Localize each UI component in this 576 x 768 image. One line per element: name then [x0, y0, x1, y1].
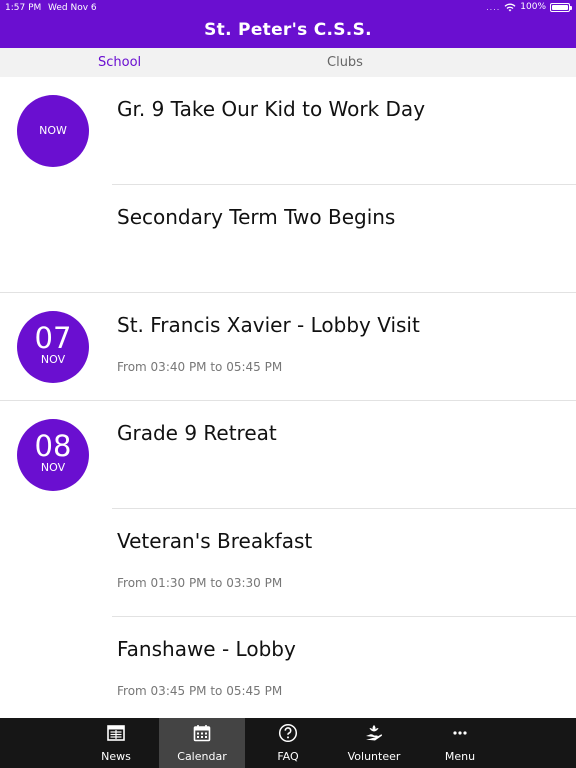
event-time: From 03:40 PM to 05:45 PM — [117, 360, 283, 374]
more-icon — [453, 731, 467, 735]
event-title: Veteran's Breakfast — [117, 529, 313, 553]
help-icon — [278, 723, 298, 743]
event-row[interactable]: Fanshawe - Lobby From 03:45 PM to 05:45 … — [0, 617, 576, 725]
status-bar: 1:57 PM Wed Nov 6 .... 100% — [0, 0, 576, 16]
event-row[interactable]: 08 NOV Grade 9 Retreat — [0, 401, 576, 509]
tabbar-label: Volunteer — [347, 750, 401, 763]
tabbar-label: News — [101, 750, 131, 763]
event-row[interactable]: Veteran's Breakfast From 01:30 PM to 03:… — [0, 509, 576, 617]
event-list: NOW Gr. 9 Take Our Kid to Work Day Secon… — [0, 77, 576, 725]
date-badge: 08 NOV — [17, 419, 89, 491]
date-badge: 07 NOV — [17, 311, 89, 383]
event-title: St. Francis Xavier - Lobby Visit — [117, 313, 420, 337]
event-row[interactable]: Secondary Term Two Begins — [0, 185, 576, 293]
event-title: Gr. 9 Take Our Kid to Work Day — [117, 97, 426, 121]
badge-month: NOV — [40, 461, 66, 474]
event-time: From 01:30 PM to 03:30 PM — [117, 576, 283, 590]
event-title: Fanshawe - Lobby — [117, 637, 296, 661]
event-title: Secondary Term Two Begins — [117, 205, 396, 229]
tab-clubs[interactable]: Clubs — [327, 55, 363, 70]
app-header: 1:57 PM Wed Nov 6 .... 100% St. Peter's … — [0, 0, 576, 48]
event-time: From 03:45 PM to 05:45 PM — [117, 684, 283, 698]
badge-day: 07 — [34, 321, 72, 355]
battery-icon — [550, 2, 572, 12]
volunteer-icon — [366, 725, 383, 741]
signal-icon: .... — [486, 2, 501, 12]
tabbar-label: FAQ — [277, 750, 299, 763]
battery-percent: 100% — [520, 2, 546, 12]
bottom-tab-bar: News Calendar FAQ Volunteer Menu — [0, 718, 576, 768]
date-badge: NOW — [17, 95, 89, 167]
battery-level — [552, 4, 568, 10]
tabbar-news[interactable]: News — [73, 718, 159, 768]
calendar-icon — [193, 725, 211, 742]
tabbar-menu[interactable]: Menu — [417, 718, 503, 768]
app-title: St. Peter's C.S.S. — [204, 20, 372, 40]
tabbar-label: Menu — [444, 750, 476, 763]
segment-tabs: School Clubs — [0, 48, 576, 77]
news-icon — [107, 725, 125, 741]
badge-day: 08 — [34, 429, 72, 463]
tabbar-volunteer[interactable]: Volunteer — [331, 718, 417, 768]
status-indicators: .... 100% — [486, 2, 572, 12]
tabbar-faq[interactable]: FAQ — [245, 718, 331, 768]
now-badge-label: NOW — [39, 124, 67, 137]
tabbar-label: Calendar — [177, 750, 227, 763]
badge-month: NOV — [40, 353, 66, 366]
status-time: 1:57 PM — [5, 3, 42, 13]
event-row[interactable]: 07 NOV St. Francis Xavier - Lobby Visit … — [0, 293, 576, 401]
status-date: Wed Nov 6 — [48, 3, 97, 13]
tab-school[interactable]: School — [98, 55, 141, 70]
tabbar-calendar[interactable]: Calendar — [159, 718, 245, 768]
event-row[interactable]: NOW Gr. 9 Take Our Kid to Work Day — [0, 77, 576, 185]
event-title: Grade 9 Retreat — [117, 421, 277, 445]
wifi-icon — [504, 3, 516, 11]
